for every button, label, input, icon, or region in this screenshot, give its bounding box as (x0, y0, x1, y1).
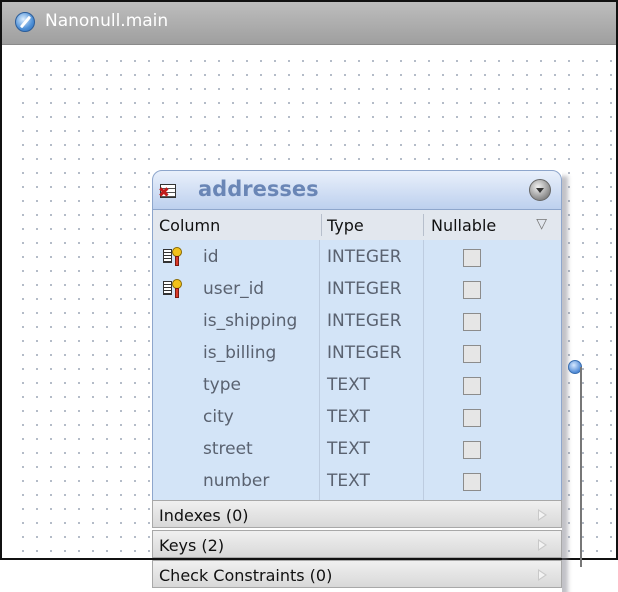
expand-arrow-icon[interactable] (538, 539, 547, 551)
column-header-nullable[interactable]: Nullable (431, 216, 496, 235)
column-type: TEXT (327, 439, 370, 459)
section-keys[interactable]: Keys (2) (152, 530, 562, 558)
column-row-is-billing[interactable]: is_billing INTEGER (153, 338, 561, 370)
column-type: TEXT (327, 375, 370, 395)
section-indexes[interactable]: Indexes (0) (152, 500, 562, 528)
expand-arrow-icon[interactable] (538, 509, 547, 521)
column-list: id INTEGER user_id INTEGER is_shipping I… (152, 240, 562, 500)
expand-arrow-icon[interactable] (538, 569, 547, 581)
column-row-id[interactable]: id INTEGER (153, 242, 561, 274)
column-header-name[interactable]: Column (159, 216, 220, 235)
collapse-icon[interactable] (529, 179, 551, 201)
column-type: INTEGER (327, 343, 402, 363)
column-name: user_id (203, 279, 265, 299)
column-row-city[interactable]: city TEXT (153, 402, 561, 434)
section-label: Keys (2) (159, 536, 225, 555)
column-name: id (203, 247, 219, 267)
section-label: Indexes (0) (159, 506, 249, 525)
column-row-is-shipping[interactable]: is_shipping INTEGER (153, 306, 561, 338)
column-type: INTEGER (327, 247, 402, 267)
column-row-user-id[interactable]: user_id INTEGER (153, 274, 561, 306)
column-type: TEXT (327, 407, 370, 427)
column-name: city (203, 407, 234, 427)
column-type: INTEGER (327, 279, 402, 299)
nullable-checkbox[interactable] (463, 441, 481, 459)
window-titlebar[interactable]: Nanonull.main (2, 2, 616, 45)
table-entity-addresses[interactable]: ✖ addresses Column Type Nullable ▽ id IN… (152, 170, 562, 592)
column-row-type[interactable]: type TEXT (153, 370, 561, 402)
primary-key-icon (163, 247, 185, 267)
table-header[interactable]: ✖ addresses (152, 170, 562, 210)
relation-line (580, 367, 582, 567)
section-check-constraints[interactable]: Check Constraints (0) (152, 560, 562, 588)
column-header-type[interactable]: Type (327, 216, 364, 235)
filter-icon[interactable]: ▽ (536, 216, 547, 232)
column-row-street[interactable]: street TEXT (153, 434, 561, 466)
nullable-checkbox[interactable] (463, 377, 481, 395)
window-title: Nanonull.main (45, 11, 169, 31)
column-name: is_billing (203, 343, 277, 363)
column-name: type (203, 375, 241, 395)
diagram-canvas[interactable]: ✖ addresses Column Type Nullable ▽ id IN… (16, 54, 616, 588)
column-name: street (203, 439, 253, 459)
table-icon: ✖ (158, 182, 178, 200)
diagram-window: Nanonull.main ✖ addresses Column Type Nu… (0, 0, 618, 588)
nullable-checkbox[interactable] (463, 281, 481, 299)
nullable-checkbox[interactable] (463, 409, 481, 427)
column-row-number[interactable]: number TEXT (153, 466, 561, 498)
database-icon (15, 12, 35, 32)
column-name: is_shipping (203, 311, 298, 331)
nullable-checkbox[interactable] (463, 345, 481, 363)
table-name: addresses (198, 177, 319, 201)
column-type: TEXT (327, 471, 370, 491)
column-type: INTEGER (327, 311, 402, 331)
nullable-checkbox[interactable] (463, 313, 481, 331)
column-header-row: Column Type Nullable ▽ (152, 210, 562, 240)
nullable-checkbox[interactable] (463, 473, 481, 491)
nullable-checkbox[interactable] (463, 249, 481, 267)
column-name: number (203, 471, 270, 491)
section-label: Check Constraints (0) (159, 566, 333, 585)
primary-key-icon (163, 279, 185, 299)
